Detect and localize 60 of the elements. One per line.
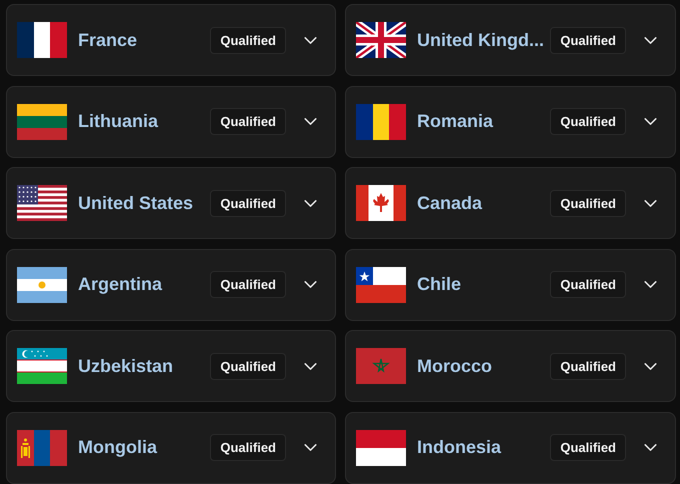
chevron-down-icon[interactable] (644, 444, 657, 451)
flag-icon (356, 266, 406, 302)
status-badge: Qualified (550, 26, 626, 54)
chevron-down-icon[interactable] (304, 118, 317, 125)
flag-icon (356, 22, 406, 58)
country-card[interactable]: Indonesia Qualified (345, 412, 676, 484)
flag-icon (17, 266, 67, 302)
country-name: United States (78, 192, 194, 214)
flag-icon (17, 104, 67, 140)
country-card[interactable]: France Qualified (6, 4, 336, 76)
chevron-down-icon[interactable] (304, 281, 317, 288)
country-card[interactable]: Argentina Qualified (6, 248, 336, 320)
chevron-down-icon[interactable] (304, 200, 317, 206)
chevron-down-icon[interactable] (644, 200, 657, 206)
country-card[interactable]: United Kingd... Qualified (345, 4, 676, 76)
chevron-down-icon[interactable] (304, 36, 317, 44)
country-name: Mongolia (78, 437, 158, 458)
chevron-down-icon[interactable] (644, 362, 657, 370)
flag-icon (356, 104, 406, 140)
country-name: Uzbekistan (78, 356, 174, 376)
country-card[interactable]: Morocco Qualified (345, 330, 676, 402)
country-card[interactable]: Lithuania Qualified (6, 86, 336, 158)
country-card[interactable]: Canada Qualified (345, 167, 676, 239)
chevron-down-icon[interactable] (644, 118, 657, 125)
country-name: Morocco (417, 356, 494, 376)
country-name: Canada (417, 192, 484, 214)
chevron-down-icon[interactable] (304, 444, 317, 451)
country-name: Argentina (78, 274, 164, 295)
status-badge: Qualified (210, 352, 286, 380)
flag-icon (17, 185, 67, 221)
status-badge: Qualified (210, 190, 286, 216)
status-badge: Qualified (550, 271, 626, 298)
country-card[interactable]: Romania Qualified (345, 86, 676, 158)
flag-icon (17, 22, 67, 58)
country-card[interactable]: Mongolia Qualified (6, 412, 336, 484)
status-badge: Qualified (210, 108, 286, 135)
status-badge: Qualified (550, 190, 626, 216)
country-card[interactable]: Uzbekistan Qualified (6, 330, 336, 402)
country-name: France (78, 30, 138, 50)
chevron-down-icon[interactable] (644, 281, 657, 288)
status-badge: Qualified (210, 434, 286, 461)
country-card[interactable]: United States Qualified (6, 167, 336, 239)
flag-icon (17, 430, 67, 466)
flag-icon (356, 430, 406, 466)
status-badge: Qualified (550, 108, 626, 135)
country-name: Indonesia (417, 437, 502, 458)
country-name: United Kingd... (417, 30, 545, 50)
chevron-down-icon[interactable] (304, 362, 317, 370)
status-badge: Qualified (210, 271, 286, 298)
country-name: Romania (417, 111, 494, 132)
status-badge: Qualified (550, 434, 626, 461)
flag-icon (356, 185, 406, 221)
country-name: Chile (417, 274, 462, 295)
flag-icon (356, 348, 406, 384)
chevron-down-icon[interactable] (644, 36, 657, 44)
flag-icon (17, 348, 67, 384)
status-badge: Qualified (550, 352, 626, 380)
status-badge: Qualified (210, 26, 286, 54)
country-card[interactable]: Chile Qualified (345, 248, 676, 320)
country-name: Lithuania (78, 111, 160, 132)
